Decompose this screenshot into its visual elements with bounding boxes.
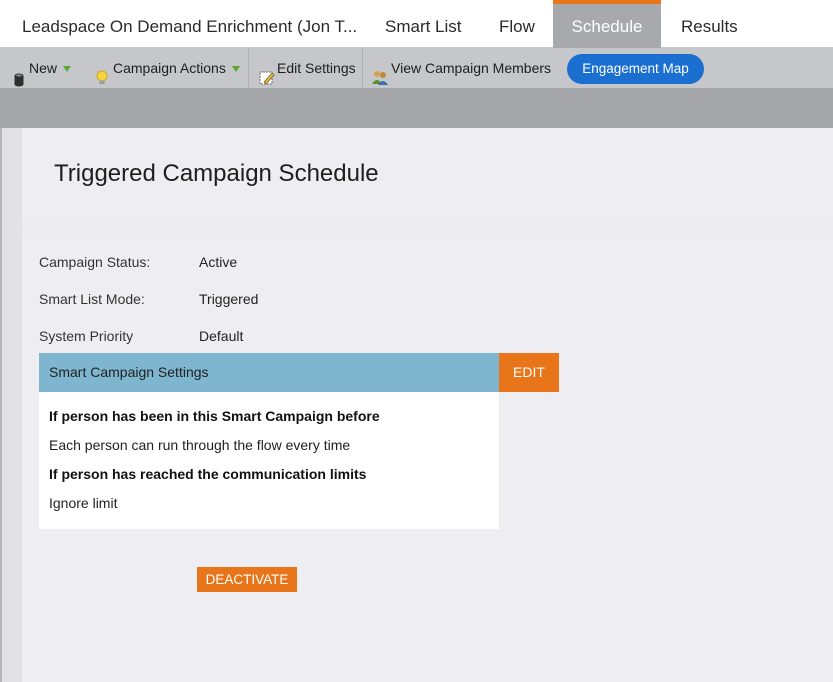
engagement-map-button[interactable]: Engagement Map — [567, 54, 704, 84]
chevron-down-icon — [231, 66, 240, 73]
toolbar-divider — [362, 48, 363, 88]
tab-results[interactable]: Results — [681, 0, 738, 48]
deactivate-button[interactable]: DEACTIVATE — [197, 567, 297, 592]
smart-list-mode-value: Triggered — [199, 291, 259, 307]
tab-schedule[interactable]: Schedule — [553, 0, 661, 48]
view-campaign-members-button[interactable]: View Campaign Members — [372, 48, 551, 88]
page-title: Triggered Campaign Schedule — [54, 160, 379, 187]
campaign-actions-label: Campaign Actions — [113, 60, 226, 76]
sub-header-strip — [0, 88, 833, 128]
people-icon — [372, 61, 389, 86]
toolbar: New Campaign Actions Edit Settings View … — [0, 48, 833, 88]
settings-communication-limit-heading: If person has reached the communication … — [49, 466, 367, 482]
left-gutter-border — [0, 128, 2, 682]
settings-communication-limit-value: Ignore limit — [49, 495, 118, 511]
toolbar-divider — [248, 48, 249, 88]
system-priority-label: System Priority — [39, 328, 134, 344]
edit-settings-button[interactable]: Edit Settings — [259, 48, 356, 88]
lightbulb-icon — [96, 61, 108, 85]
smart-campaign-settings-header: Smart Campaign Settings — [39, 353, 499, 392]
left-gutter — [0, 128, 22, 682]
edit-button[interactable]: EDIT — [499, 353, 559, 392]
campaign-status-label: Campaign Status: — [39, 254, 151, 270]
smart-list-mode-label: Smart List Mode: — [39, 291, 145, 307]
new-label: New — [29, 60, 58, 76]
new-button[interactable]: New — [14, 48, 72, 88]
tab-smart-list[interactable]: Smart List — [385, 0, 462, 48]
edit-settings-label: Edit Settings — [277, 60, 356, 76]
tab-flow[interactable]: Flow — [499, 0, 535, 48]
chevron-down-icon — [63, 66, 72, 73]
campaign-actions-button[interactable]: Campaign Actions — [96, 48, 240, 88]
database-icon — [14, 62, 24, 87]
view-campaign-members-label: View Campaign Members — [391, 60, 552, 76]
tab-campaign-title[interactable]: Leadspace On Demand Enrichment (Jon T... — [22, 0, 357, 48]
pencil-edit-icon — [259, 61, 275, 85]
campaign-status-value: Active — [199, 254, 238, 270]
settings-qualification-heading: If person has been in this Smart Campaig… — [49, 408, 380, 424]
system-priority-value: Default — [199, 328, 244, 344]
settings-qualification-value: Each person can run through the flow eve… — [49, 437, 351, 453]
top-tab-bar: Leadspace On Demand Enrichment (Jon T...… — [0, 0, 833, 48]
